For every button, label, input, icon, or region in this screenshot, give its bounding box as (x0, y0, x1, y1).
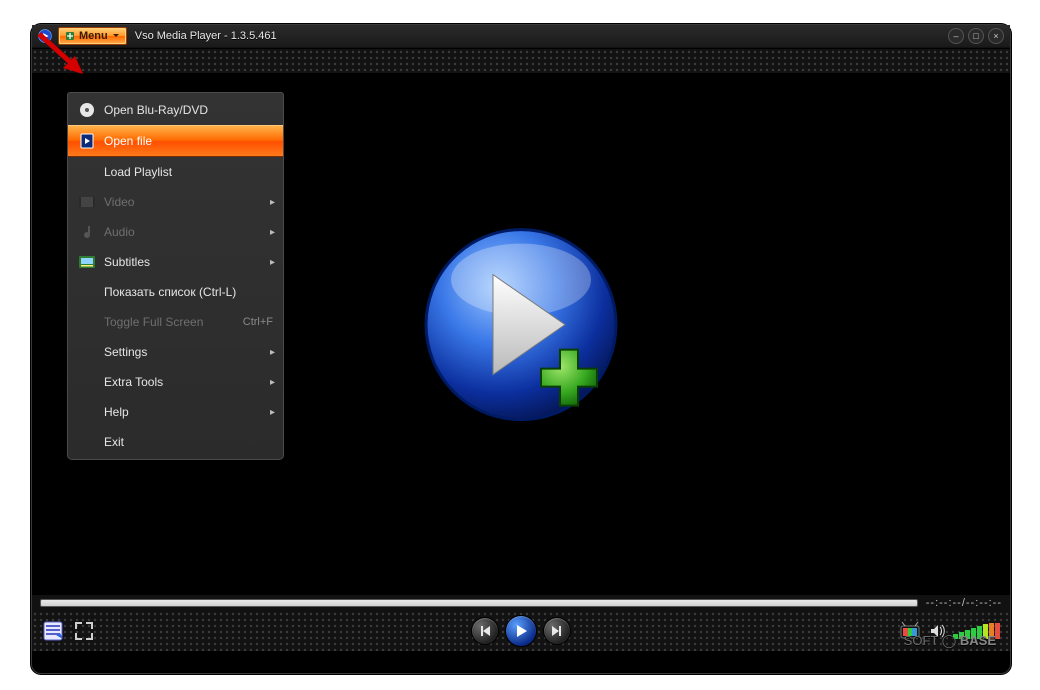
menu-item-label: Open file (104, 134, 152, 148)
menu-item-label: Subtitles (104, 255, 150, 269)
play-add-media-button[interactable] (411, 220, 631, 440)
app-window: Menu Vso Media Player - 1.3.5.461 – □ × (31, 24, 1011, 674)
submenu-arrow-icon: ▸ (270, 227, 275, 238)
menu-item-settings[interactable]: Settings ▸ (68, 337, 283, 367)
title-bar: Menu Vso Media Player - 1.3.5.461 – □ × (32, 25, 1010, 48)
main-menu-dropdown: Open Blu-Ray/DVD Open file Load Playlist… (67, 92, 284, 460)
fullscreen-button[interactable] (74, 621, 94, 641)
watermark: SOFT ◯ BASE (904, 633, 996, 649)
chevron-down-icon (112, 32, 120, 40)
menu-item-shortcut: Ctrl+F (243, 316, 273, 328)
top-decoration-strip (32, 48, 1010, 74)
submenu-arrow-icon: ▸ (270, 407, 275, 418)
seek-bar-row: --:--:--/--:--:-- (32, 594, 1010, 611)
subtitles-icon (76, 256, 98, 268)
close-button[interactable]: × (988, 28, 1004, 44)
video-area[interactable]: Open Blu-Ray/DVD Open file Load Playlist… (32, 74, 1010, 594)
audio-icon (76, 224, 98, 240)
play-button[interactable] (505, 615, 537, 647)
menu-item-open-file[interactable]: Open file (68, 125, 283, 157)
menu-item-label: Open Blu-Ray/DVD (104, 103, 208, 117)
menu-item-label: Help (104, 405, 129, 419)
menu-item-extra-tools[interactable]: Extra Tools ▸ (68, 367, 283, 397)
submenu-arrow-icon: ▸ (270, 377, 275, 388)
menu-item-show-playlist[interactable]: Показать список (Ctrl-L) (68, 277, 283, 307)
menu-item-label: Settings (104, 345, 147, 359)
window-title: Vso Media Player - 1.3.5.461 (135, 30, 277, 42)
minimize-button[interactable]: – (948, 28, 964, 44)
seek-track[interactable] (40, 599, 918, 607)
menu-item-label: Load Playlist (104, 165, 172, 179)
video-icon (76, 196, 98, 208)
menu-item-label: Video (104, 195, 134, 209)
next-button[interactable] (543, 617, 571, 645)
menu-item-audio[interactable]: Audio ▸ (68, 217, 283, 247)
menu-item-label: Extra Tools (104, 375, 163, 389)
maximize-button[interactable]: □ (968, 28, 984, 44)
disc-icon (76, 102, 98, 118)
time-display: --:--:--/--:--:-- (926, 597, 1002, 609)
menu-item-exit[interactable]: Exit (68, 427, 283, 457)
menu-item-label: Toggle Full Screen (104, 315, 203, 329)
control-bar: SOFT ◯ BASE (32, 611, 1010, 651)
submenu-arrow-icon: ▸ (270, 257, 275, 268)
annotation-arrow-icon (33, 28, 93, 88)
file-icon (76, 133, 98, 149)
menu-item-label: Audio (104, 225, 135, 239)
submenu-arrow-icon: ▸ (270, 197, 275, 208)
menu-item-label: Показать список (Ctrl-L) (104, 285, 236, 299)
menu-item-subtitles[interactable]: Subtitles ▸ (68, 247, 283, 277)
playlist-button[interactable] (42, 620, 64, 642)
menu-item-open-bluray-dvd[interactable]: Open Blu-Ray/DVD (68, 95, 283, 125)
submenu-arrow-icon: ▸ (270, 347, 275, 358)
previous-button[interactable] (471, 617, 499, 645)
menu-item-label: Exit (104, 435, 124, 449)
menu-item-toggle-fullscreen[interactable]: Toggle Full Screen Ctrl+F (68, 307, 283, 337)
menu-item-help[interactable]: Help ▸ (68, 397, 283, 427)
menu-item-video[interactable]: Video ▸ (68, 187, 283, 217)
menu-item-load-playlist[interactable]: Load Playlist (68, 157, 283, 187)
